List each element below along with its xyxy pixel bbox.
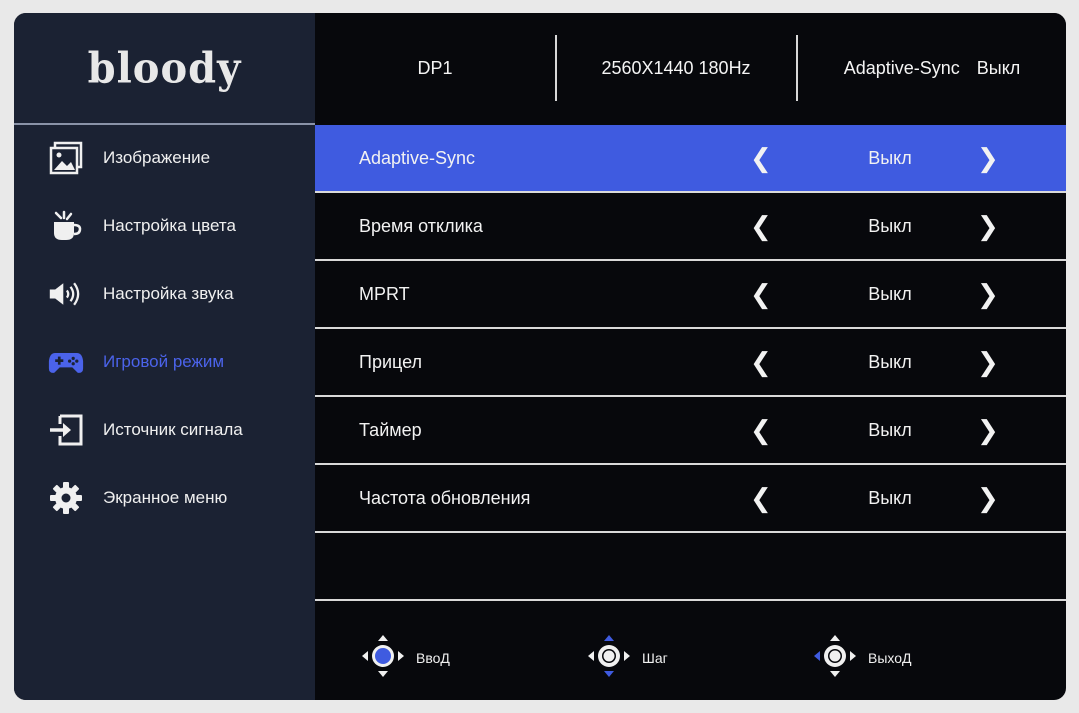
setting-row-refresh-rate[interactable]: Частота обновления ❮ Выкл ❯ bbox=[315, 465, 1066, 533]
chevron-right-icon[interactable]: ❯ bbox=[977, 397, 999, 463]
gear-icon bbox=[48, 480, 84, 516]
setting-value: Выкл bbox=[868, 487, 912, 508]
setting-row-mprt[interactable]: MPRT ❮ Выкл ❯ bbox=[315, 261, 1066, 329]
setting-label: MPRT bbox=[359, 283, 410, 304]
setting-row-timer[interactable]: Таймер ❮ Выкл ❯ bbox=[315, 397, 1066, 465]
chevron-right-icon[interactable]: ❯ bbox=[977, 465, 999, 531]
chevron-left-icon[interactable]: ❮ bbox=[750, 397, 772, 463]
setting-label: Таймер bbox=[359, 419, 422, 440]
chevron-right-icon[interactable]: ❯ bbox=[977, 261, 999, 327]
setting-row-crosshair[interactable]: Прицел ❮ Выкл ❯ bbox=[315, 329, 1066, 397]
osd-window: bloody Изображение Настройка цвета Настр… bbox=[14, 13, 1066, 700]
sidebar-item-label: Экранное меню bbox=[103, 488, 228, 507]
sidebar-item-sound[interactable]: Настройка звука bbox=[14, 269, 315, 319]
gamepad-icon bbox=[48, 344, 84, 380]
input-indicator: DP1 bbox=[417, 57, 453, 78]
divider bbox=[14, 123, 315, 125]
chevron-left-icon[interactable]: ❮ bbox=[750, 465, 772, 531]
sidebar-item-input-source[interactable]: Источник сигнала bbox=[14, 405, 315, 455]
chevron-right-icon[interactable]: ❯ bbox=[977, 193, 999, 259]
hint-exit: ВыхоД bbox=[812, 633, 912, 683]
sidebar-item-game-mode[interactable]: Игровой режим bbox=[14, 337, 315, 387]
chevron-left-icon[interactable]: ❮ bbox=[750, 261, 772, 327]
setting-row-response-time[interactable]: Время отклика ❮ Выкл ❯ bbox=[315, 193, 1066, 261]
sidebar-item-color[interactable]: Настройка цвета bbox=[14, 201, 315, 251]
setting-value: Выкл bbox=[868, 215, 912, 236]
sidebar-item-osd-menu[interactable]: Экранное меню bbox=[14, 473, 315, 523]
chevron-right-icon[interactable]: ❯ bbox=[977, 329, 999, 395]
sync-value: Выкл bbox=[976, 57, 1021, 78]
joystick-left-icon bbox=[812, 633, 858, 684]
divider bbox=[315, 599, 1066, 601]
brand-logo: bloody bbox=[87, 43, 242, 93]
chevron-left-icon[interactable]: ❮ bbox=[750, 125, 772, 191]
sidebar-item-label: Игровой режим bbox=[103, 352, 225, 371]
sync-label: Adaptive-Sync bbox=[843, 57, 960, 78]
image-icon bbox=[48, 140, 84, 176]
joystick-press-icon bbox=[360, 633, 406, 684]
hint-label: ВыхоД bbox=[868, 650, 912, 666]
hint-enter: ВвоД bbox=[360, 633, 450, 683]
setting-label: Время отклика bbox=[359, 215, 483, 236]
status-header: DP1 2560X1440 180Hz Adaptive-Sync Выкл bbox=[315, 13, 1066, 123]
sidebar-item-label: Настройка цвета bbox=[103, 216, 236, 235]
joystick-updown-icon bbox=[586, 633, 632, 684]
sidebar-item-image[interactable]: Изображение bbox=[14, 133, 315, 183]
setting-label: Adaptive-Sync bbox=[359, 147, 476, 168]
hint-label: Шаг bbox=[642, 650, 668, 666]
hint-label: ВвоД bbox=[416, 650, 450, 666]
setting-value: Выкл bbox=[868, 419, 912, 440]
sync-indicator: Adaptive-Sync Выкл bbox=[798, 13, 1066, 123]
sidebar-item-label: Настройка звука bbox=[103, 284, 234, 303]
resolution-indicator: 2560X1440 180Hz bbox=[601, 57, 751, 78]
setting-row-adaptive-sync[interactable]: Adaptive-Sync ❮ Выкл ❯ bbox=[315, 125, 1066, 193]
hint-step: Шаг bbox=[586, 633, 668, 683]
speaker-icon bbox=[48, 276, 84, 312]
setting-value: Выкл bbox=[868, 351, 912, 372]
setting-value: Выкл bbox=[868, 283, 912, 304]
sidebar: bloody Изображение Настройка цвета Настр… bbox=[14, 13, 315, 700]
color-cup-icon bbox=[48, 208, 84, 244]
chevron-left-icon[interactable]: ❮ bbox=[750, 329, 772, 395]
chevron-left-icon[interactable]: ❮ bbox=[750, 193, 772, 259]
setting-label: Частота обновления bbox=[359, 487, 531, 508]
setting-value: Выкл bbox=[868, 147, 912, 168]
setting-label: Прицел bbox=[359, 351, 423, 372]
sidebar-item-label: Изображение bbox=[103, 148, 211, 167]
sidebar-item-label: Источник сигнала bbox=[103, 420, 243, 439]
input-source-icon bbox=[48, 412, 84, 448]
chevron-right-icon[interactable]: ❯ bbox=[977, 125, 999, 191]
